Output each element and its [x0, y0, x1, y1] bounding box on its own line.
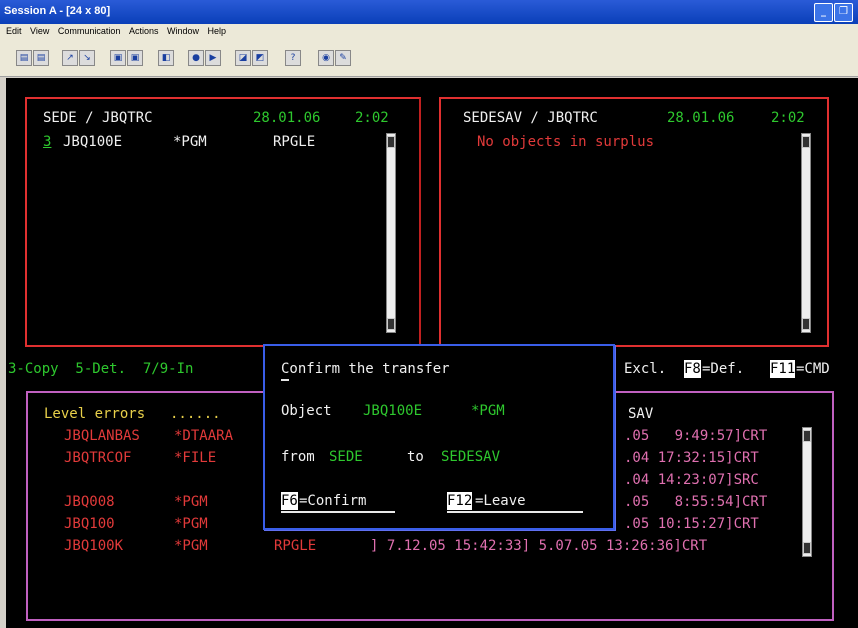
- error-row-date: .05 10:15:27]CRT: [624, 516, 759, 532]
- keyboard-icon[interactable]: ▣: [127, 50, 143, 66]
- maximize-button[interactable]: ❐: [834, 3, 853, 22]
- scroll-up-knob[interactable]: [387, 136, 395, 148]
- menu-bar: Edit View Communication Actions Window H…: [0, 24, 858, 40]
- object-label: Object: [281, 403, 332, 419]
- confirm-underline: [281, 511, 395, 513]
- error-row-date: .05 8:55:54]CRT: [624, 494, 768, 510]
- globe-icon[interactable]: ◉: [318, 50, 334, 66]
- title-cursor: [281, 379, 289, 381]
- row-option-field[interactable]: 3: [43, 133, 51, 151]
- target-panel: SEDESAV / JBQTRC 28.01.06 2:02 No object…: [439, 97, 829, 347]
- to-label: to: [407, 449, 424, 465]
- confirm-button[interactable]: =Confirm: [299, 492, 366, 510]
- target-header: SEDESAV / JBQTRC: [463, 110, 598, 126]
- scroll-down-knob[interactable]: [387, 318, 395, 330]
- confirm-dialog: Confirm the transfer Object JBQ100E *PGM…: [263, 344, 615, 530]
- source-panel: SEDE / JBQTRC 28.01.06 2:02 3 JBQ100E *P…: [25, 97, 421, 347]
- menu-help[interactable]: Help: [208, 26, 227, 36]
- scroll-down-knob[interactable]: [802, 318, 810, 330]
- record-icon[interactable]: ●: [188, 50, 204, 66]
- map-icon[interactable]: ◩: [252, 50, 268, 66]
- error-row-type: *FILE: [174, 450, 217, 466]
- object-type: *PGM: [471, 403, 505, 419]
- error-row-name: JBQTRCOF: [64, 450, 132, 466]
- target-date: 28.01.06: [667, 110, 735, 126]
- error-row-dates: ] 7.12.05 15:42:33] 5.07.05 13:26:36]CRT: [370, 538, 708, 554]
- def-label: =Def.: [702, 361, 745, 377]
- menu-edit[interactable]: Edit: [6, 26, 22, 36]
- scroll-down-knob[interactable]: [803, 542, 811, 554]
- target-scrollbar[interactable]: [801, 133, 811, 333]
- f12-key[interactable]: F12: [447, 492, 473, 510]
- error-row-type: *DTAARA: [174, 428, 234, 444]
- error-row-date: .04 17:32:15]CRT: [624, 450, 759, 466]
- source-time: 2:02: [355, 110, 389, 126]
- settings-icon[interactable]: ✎: [335, 50, 351, 66]
- display-icon[interactable]: ▣: [110, 50, 126, 66]
- from-value: SEDE: [329, 449, 363, 465]
- leave-button[interactable]: =Leave: [475, 492, 526, 510]
- receive-icon[interactable]: ↘: [79, 50, 95, 66]
- macro-icon[interactable]: ◧: [158, 50, 174, 66]
- terminal-screen: SEDE / JBQTRC 28.01.06 2:02 3 JBQ100E *P…: [6, 78, 858, 628]
- row-name: JBQ100E: [63, 134, 123, 150]
- window-title: Session A - [24 x 80]: [4, 5, 111, 17]
- row-type: *PGM: [173, 134, 207, 150]
- error-row-type: *PGM: [174, 516, 208, 532]
- errors-dots: ......: [170, 406, 221, 422]
- dialog-title: Confirm the transfer: [281, 361, 450, 377]
- menu-actions[interactable]: Actions: [129, 26, 159, 36]
- errors-title: Level errors: [44, 406, 146, 422]
- minimize-button[interactable]: _: [814, 3, 833, 22]
- source-date: 28.01.06: [253, 110, 321, 126]
- sav-header: SAV: [628, 406, 654, 422]
- menu-communication[interactable]: Communication: [58, 26, 121, 36]
- error-row-name: JBQ100K: [64, 538, 124, 554]
- to-value: SEDESAV: [441, 449, 501, 465]
- from-label: from: [281, 449, 315, 465]
- error-row-type: *PGM: [174, 538, 208, 554]
- toolbar: ▤ ▤ ↗ ↘ ▣ ▣ ◧ ● ▶ ◪ ◩ ? ◉ ✎: [0, 40, 858, 77]
- copy-icon[interactable]: ▤: [16, 50, 32, 66]
- error-row-name: JBQ100: [64, 516, 115, 532]
- send-icon[interactable]: ↗: [62, 50, 78, 66]
- leave-underline: [447, 511, 583, 513]
- menu-view[interactable]: View: [30, 26, 49, 36]
- cmd-label: =CMD: [796, 361, 830, 377]
- error-row-name: JBQ008: [64, 494, 115, 510]
- error-row-type: *PGM: [174, 494, 208, 510]
- source-header: SEDE / JBQTRC: [43, 110, 153, 126]
- scroll-up-knob[interactable]: [803, 430, 811, 442]
- paste-icon[interactable]: ▤: [33, 50, 49, 66]
- menu-window[interactable]: Window: [167, 26, 199, 36]
- target-time: 2:02: [771, 110, 805, 126]
- source-scrollbar[interactable]: [386, 133, 396, 333]
- target-message: No objects in surplus: [477, 134, 655, 150]
- excl-label: Excl.: [624, 361, 667, 377]
- row-attr: RPGLE: [273, 134, 316, 150]
- error-row-date: .05 9:49:57]CRT: [624, 428, 768, 444]
- error-row-date: .04 14:23:07]SRC: [624, 472, 759, 488]
- f6-key[interactable]: F6: [281, 492, 298, 510]
- errors-scrollbar[interactable]: [802, 427, 812, 557]
- window-titlebar: Session A - [24 x 80] _ ❐: [0, 0, 858, 24]
- scroll-up-knob[interactable]: [802, 136, 810, 148]
- play-icon[interactable]: ▶: [205, 50, 221, 66]
- f8-key[interactable]: F8: [684, 360, 701, 378]
- error-row-attr: RPGLE: [274, 538, 317, 554]
- error-row-name: JBQLANBAS: [64, 428, 140, 444]
- f11-key[interactable]: F11: [770, 360, 796, 378]
- object-name: JBQ100E: [363, 403, 423, 419]
- options-legend: 3-Copy 5-Det. 7/9-In: [8, 361, 194, 377]
- color-icon[interactable]: ◪: [235, 50, 251, 66]
- help-icon[interactable]: ?: [285, 50, 301, 66]
